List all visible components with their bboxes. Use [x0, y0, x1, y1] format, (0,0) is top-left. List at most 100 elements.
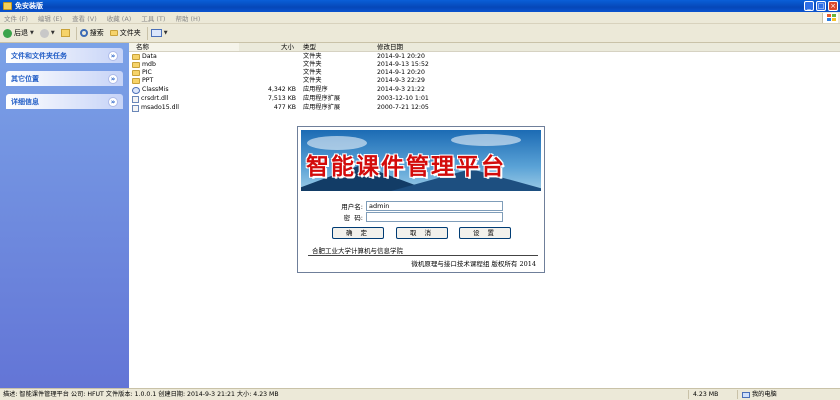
back-button[interactable]: 后退 ▼: [3, 28, 34, 38]
menu-view[interactable]: 查看 (V): [72, 13, 97, 23]
copyright-text: 微机原理与接口技术课程组 版权所有 2014: [411, 260, 536, 268]
status-bar: 描述: 智能课件管理平台 公司: HFUT 文件版本: 1.0.0.1 创建日期…: [0, 388, 840, 400]
window-title: 免安装版: [15, 2, 43, 10]
search-button[interactable]: 搜索: [79, 28, 104, 38]
computer-icon: [742, 391, 750, 398]
chevron-down-icon: ▼: [30, 30, 34, 36]
file-type: 应用程序扩展: [303, 104, 341, 111]
banner-title: 智能课件管理平台: [306, 153, 506, 180]
folders-button[interactable]: 文件夹: [109, 28, 141, 38]
file-row[interactable]: PPT 文件夹 2014-9-3 22:29: [129, 77, 489, 85]
file-name: PPT: [142, 77, 154, 84]
password-label: 密 码:: [343, 214, 363, 222]
task-details[interactable]: 详细信息 »: [6, 94, 123, 109]
chevron-down-icon: ▼: [163, 30, 168, 36]
status-location: 我的电脑: [742, 389, 777, 400]
file-date: 2014-9-3 21:22: [377, 86, 425, 93]
cloud-decoration: [451, 134, 521, 146]
menu-favorites[interactable]: 收藏 (A): [107, 13, 132, 23]
chevron-down-icon[interactable]: »: [108, 96, 118, 107]
file-name: PIC: [142, 69, 152, 76]
search-icon: [79, 29, 88, 37]
task-label: 文件和文件夹任务: [11, 51, 67, 60]
file-date: 2014-9-3 22:29: [377, 77, 425, 84]
username-input[interactable]: [366, 201, 503, 211]
file-type: 应用程序扩展: [303, 95, 341, 102]
login-dialog: 智能课件管理平台 用户名: 密 码: 确 定 取 消 设 置 合肥工业大学计算机…: [297, 126, 545, 273]
file-type: 文件夹: [303, 69, 322, 76]
toolbar-divider: [75, 26, 77, 40]
windows-logo-icon: [822, 13, 838, 23]
status-location-label: 我的电脑: [752, 391, 777, 398]
column-header-date[interactable]: 修改日期: [370, 43, 840, 52]
file-type: 文件夹: [303, 53, 322, 60]
file-name: mdb: [142, 61, 156, 68]
maximize-button[interactable]: □: [816, 1, 826, 11]
password-row: 密 码:: [334, 212, 503, 222]
file-row[interactable]: msado15.dll 477 KB 应用程序扩展 2000-7-21 12:0…: [129, 104, 489, 112]
ok-button[interactable]: 确 定: [332, 227, 384, 239]
close-button[interactable]: ×: [828, 1, 838, 11]
banner-image: 智能课件管理平台: [301, 130, 541, 191]
forward-button[interactable]: ▼: [39, 28, 55, 38]
file-name: msado15.dll: [141, 104, 179, 111]
window-controls: _ □ ×: [804, 1, 838, 11]
folder-icon: [132, 78, 140, 84]
file-row[interactable]: crsdrt.dll 7,513 KB 应用程序扩展 2003-12-10 1:…: [129, 95, 489, 103]
status-divider: [737, 390, 738, 399]
title-bar: 免安装版 _ □ ×: [0, 0, 840, 12]
views-icon: [150, 29, 162, 37]
file-type: 文件夹: [303, 61, 322, 68]
toolbar: 后退 ▼ ▼ 搜索 文件夹 ▼: [0, 24, 840, 43]
menu-bar: 文件 (F) 编辑 (E) 查看 (V) 收藏 (A) 工具 (T) 帮助 (H…: [0, 12, 840, 24]
file-type: 应用程序: [303, 86, 328, 93]
file-date: 2014-9-13 15:52: [377, 61, 429, 68]
file-date: 2014-9-1 20:20: [377, 69, 425, 76]
task-label: 其它位置: [11, 74, 39, 83]
chevron-down-icon: ▼: [50, 30, 55, 36]
username-row: 用户名:: [334, 201, 503, 211]
dll-file-icon: [132, 104, 139, 112]
task-file-and-folder[interactable]: 文件和文件夹任务 »: [6, 48, 123, 63]
settings-button[interactable]: 设 置: [459, 227, 511, 239]
folders-icon: [109, 30, 118, 36]
column-header-size[interactable]: 大小: [239, 43, 296, 52]
menu-file[interactable]: 文件 (F): [4, 13, 28, 23]
status-size: 4.23 MB: [693, 391, 719, 398]
file-date: 2003-12-10 1:01: [377, 95, 429, 102]
task-other-places[interactable]: 其它位置 »: [6, 71, 123, 86]
password-input[interactable]: [366, 212, 503, 222]
forward-arrow-icon: [39, 28, 49, 38]
divider: [308, 255, 538, 256]
file-size: 477 KB: [273, 104, 296, 111]
file-row[interactable]: PIC 文件夹 2014-9-1 20:20: [129, 69, 489, 77]
menu-edit[interactable]: 编辑 (E): [38, 13, 62, 23]
file-size: 7,513 KB: [268, 95, 296, 102]
file-name: crsdrt.dll: [141, 95, 169, 102]
cancel-button[interactable]: 取 消: [396, 227, 448, 239]
menu-tools[interactable]: 工具 (T): [141, 13, 165, 23]
back-label: 后退: [14, 29, 28, 37]
chevron-down-icon[interactable]: »: [108, 50, 118, 61]
file-date: 2014-9-1 20:20: [377, 53, 425, 60]
file-type: 文件夹: [303, 77, 322, 84]
chevron-down-icon[interactable]: »: [108, 73, 118, 84]
views-button[interactable]: ▼: [150, 29, 168, 37]
minimize-button[interactable]: _: [804, 1, 814, 11]
column-header-name[interactable]: 名称: [129, 43, 239, 52]
menu-help[interactable]: 帮助 (H): [175, 13, 200, 23]
file-row[interactable]: mdb 文件夹 2014-9-13 15:52: [129, 61, 489, 69]
folder-icon: [132, 70, 140, 76]
file-row[interactable]: ClassMis 4,342 KB 应用程序 2014-9-3 21:22: [129, 86, 489, 94]
toolbar-divider: [146, 26, 148, 40]
dll-file-icon: [132, 95, 139, 103]
file-row[interactable]: Data 文件夹 2014-9-1 20:20: [129, 53, 489, 61]
folder-icon: [132, 54, 140, 60]
column-header-type[interactable]: 类型: [296, 43, 370, 52]
search-label: 搜索: [89, 29, 104, 37]
up-folder-button[interactable]: [60, 29, 70, 37]
file-name: ClassMis: [142, 86, 169, 93]
organization-text: 合肥工业大学计算机与信息学院: [312, 247, 403, 255]
file-size: 4,342 KB: [268, 86, 296, 93]
back-arrow-icon: [3, 28, 12, 38]
